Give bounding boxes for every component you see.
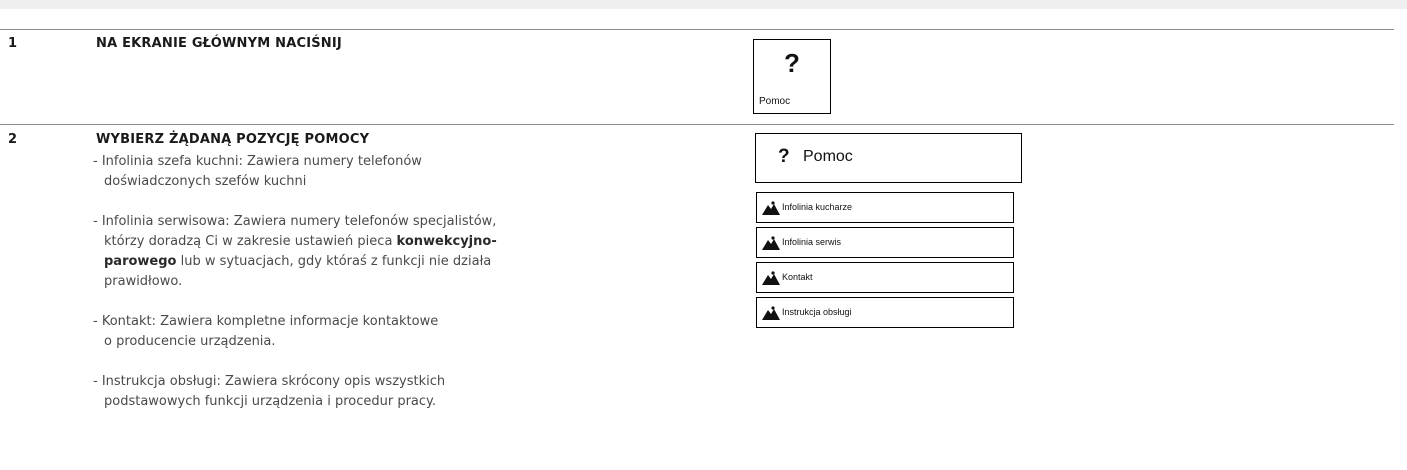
help-menu-title: Pomoc	[803, 148, 853, 165]
mountain-icon	[762, 236, 780, 250]
list-item: - Infolinia serwisowa: Zawiera numery te…	[93, 212, 653, 292]
step-title: NA EKRANIE GŁÓWNYM NACIŚNIJ	[96, 36, 342, 51]
item-text: o producencie urządzenia.	[104, 334, 276, 349]
divider	[0, 124, 1394, 125]
question-mark-icon: ?	[784, 48, 800, 78]
menu-item-kontakt[interactable]: Kontakt	[756, 262, 1014, 293]
list-item: - Instrukcja obsługi: Zawiera skrócony o…	[93, 372, 653, 412]
help-items-list: - Infolinia szefa kuchni: Zawiera numery…	[93, 152, 653, 432]
menu-item-label: Instrukcja obsługi	[782, 307, 852, 317]
item-text: - Kontakt: Zawiera kompletne informacje …	[93, 314, 439, 329]
item-text: - Infolinia serwisowa: Zawiera numery te…	[93, 214, 497, 229]
mountain-icon	[762, 271, 780, 285]
menu-item-label: Infolinia serwis	[782, 237, 842, 247]
item-text-bold: konwekcyjno-	[396, 234, 497, 249]
question-mark-icon: ?	[778, 146, 790, 167]
step-number: 2	[8, 132, 18, 147]
divider	[0, 29, 1394, 30]
item-text: doświadczonych szefów kuchni	[104, 174, 307, 189]
item-text: podstawowych funkcji urządzenia i proced…	[104, 394, 437, 409]
item-text-part: lub w sytuacjach, gdy któraś z funkcji n…	[176, 254, 492, 269]
item-text: - Instrukcja obsługi: Zawiera skrócony o…	[93, 374, 446, 389]
mountain-icon	[762, 201, 780, 215]
menu-item-infolinia-kucharze[interactable]: Infolinia kucharze	[756, 192, 1014, 223]
top-band	[0, 0, 1407, 9]
item-text-bold: parowego	[104, 254, 177, 269]
list-item: - Infolinia szefa kuchni: Zawiera numery…	[93, 152, 653, 192]
menu-item-instrukcja-obslugi[interactable]: Instrukcja obsługi	[756, 297, 1014, 328]
help-button[interactable]: ? Pomoc	[753, 39, 831, 114]
step-title: WYBIERZ ŻĄDANĄ POZYCJĘ POMOCY	[96, 132, 370, 147]
item-text: prawidłowo.	[104, 274, 183, 289]
mountain-icon	[762, 306, 780, 320]
menu-item-label: Infolinia kucharze	[782, 202, 853, 212]
item-text: parowego lub w sytuacjach, gdy któraś z …	[93, 252, 653, 272]
step-number: 1	[8, 36, 18, 51]
item-text: - Infolinia szefa kuchni: Zawiera numery…	[93, 154, 422, 169]
list-item: - Kontakt: Zawiera kompletne informacje …	[93, 312, 653, 352]
menu-item-label: Kontakt	[782, 272, 813, 282]
help-button-label: Pomoc	[759, 96, 791, 107]
item-text-part: którzy doradzą Ci w zakresie ustawień pi…	[104, 234, 397, 249]
help-menu-header: ? Pomoc	[755, 133, 1022, 183]
item-text: którzy doradzą Ci w zakresie ustawień pi…	[93, 232, 653, 252]
menu-item-infolinia-serwis[interactable]: Infolinia serwis	[756, 227, 1014, 258]
